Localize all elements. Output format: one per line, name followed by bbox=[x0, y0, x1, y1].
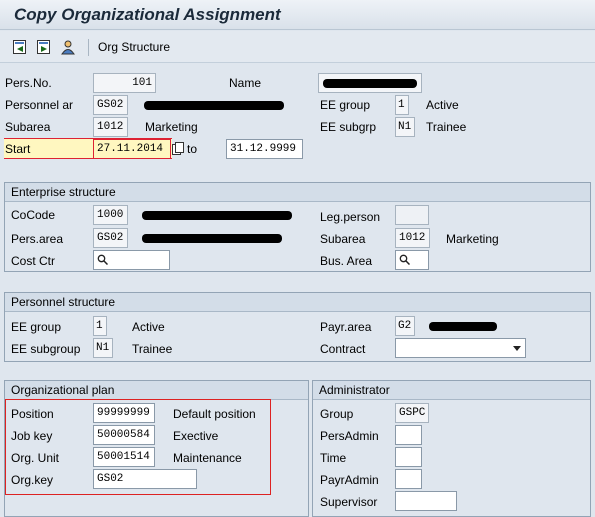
start-label: Start bbox=[5, 142, 31, 156]
personnel-ee-subgroup-field[interactable]: N1 bbox=[93, 338, 113, 358]
personnel-ee-group-label: EE group bbox=[11, 320, 62, 334]
pers-no-label: Pers.No. bbox=[5, 76, 52, 90]
start-date-field[interactable]: 27.11.2014 bbox=[93, 139, 171, 159]
ee-group-text: Active bbox=[426, 98, 459, 112]
time-admin-field[interactable] bbox=[395, 447, 422, 467]
leg-person-field[interactable] bbox=[395, 205, 429, 225]
subarea-text: Marketing bbox=[145, 120, 198, 134]
job-key-label: Job key bbox=[11, 429, 53, 443]
enterprise-subarea-text: Marketing bbox=[446, 232, 499, 246]
admin-group-field[interactable]: GSPC bbox=[395, 403, 429, 423]
position-field[interactable]: 99999999 bbox=[93, 403, 155, 423]
enterprise-subarea-label: Subarea bbox=[320, 232, 366, 246]
job-key-field[interactable]: 50000584 bbox=[93, 425, 155, 445]
personnel-ee-group-field[interactable]: 1 bbox=[93, 316, 107, 336]
ee-group-field[interactable]: 1 bbox=[395, 95, 409, 115]
pers-area-field[interactable]: GS02 bbox=[93, 228, 128, 248]
cocode-field[interactable]: 1000 bbox=[93, 205, 128, 225]
group-header: Administrator bbox=[313, 381, 590, 400]
org-key-label: Org.key bbox=[11, 473, 54, 487]
leg-person-label: Leg.person bbox=[320, 210, 381, 224]
page-title: Copy Organizational Assignment bbox=[14, 5, 281, 24]
cocode-label: CoCode bbox=[11, 208, 56, 222]
ee-subgrp-field[interactable]: N1 bbox=[395, 117, 415, 137]
chevron-down-icon[interactable] bbox=[513, 346, 521, 351]
pers-admin-label: PersAdmin bbox=[320, 429, 379, 443]
pers-area-label: Pers.area bbox=[11, 232, 64, 246]
to-label: to bbox=[187, 142, 198, 156]
org-unit-field[interactable]: 50001514 bbox=[93, 447, 155, 467]
next-record-icon[interactable] bbox=[36, 39, 52, 55]
administrator-title: Administrator bbox=[319, 383, 390, 397]
org-unit-label: Org. Unit bbox=[11, 451, 60, 465]
group-header: Enterprise structure bbox=[5, 183, 590, 202]
redacted-pers-area-text bbox=[142, 234, 282, 243]
personnel-structure-title: Personnel structure bbox=[11, 295, 116, 309]
search-icon[interactable] bbox=[97, 254, 108, 265]
group-header: Organizational plan bbox=[5, 381, 308, 400]
title-bar: Copy Organizational Assignment bbox=[0, 0, 595, 30]
personnel-ee-subgroup-label: EE subgroup bbox=[11, 342, 81, 356]
redacted-name bbox=[323, 79, 417, 88]
person-icon[interactable] bbox=[60, 39, 76, 55]
cost-ctr-label: Cost Ctr bbox=[11, 254, 56, 268]
enterprise-structure-title: Enterprise structure bbox=[11, 185, 116, 199]
previous-record-icon[interactable] bbox=[12, 39, 28, 55]
position-label: Position bbox=[11, 407, 54, 421]
redacted-company-name bbox=[142, 211, 292, 220]
org-unit-text: Maintenance bbox=[173, 451, 242, 465]
contract-label: Contract bbox=[320, 342, 366, 356]
supervisor-label: Supervisor bbox=[320, 495, 378, 509]
name-field[interactable] bbox=[318, 73, 422, 93]
bus-area-field[interactable] bbox=[395, 250, 429, 270]
application-toolbar: Org Structure bbox=[0, 31, 595, 63]
org-structure-button[interactable]: Org Structure bbox=[98, 40, 170, 54]
group-header: Personnel structure bbox=[5, 293, 590, 312]
payr-admin-field[interactable] bbox=[395, 469, 422, 489]
organizational-plan-title: Organizational plan bbox=[11, 383, 115, 397]
toolbar-separator bbox=[88, 39, 89, 56]
time-admin-label: Time bbox=[320, 451, 347, 465]
personnel-area-field[interactable]: GS02 bbox=[93, 95, 128, 115]
end-date-field[interactable]: 31.12.9999 bbox=[226, 139, 303, 159]
payr-area-field[interactable]: G2 bbox=[395, 316, 415, 336]
contract-dropdown[interactable] bbox=[395, 338, 526, 358]
bus-area-label: Bus. Area bbox=[320, 254, 373, 268]
subarea-field[interactable]: 1012 bbox=[93, 117, 128, 137]
payr-area-label: Payr.area bbox=[320, 320, 372, 334]
personnel-area-label: Personnel ar bbox=[5, 98, 74, 112]
admin-group-label: Group bbox=[320, 407, 354, 421]
name-label: Name bbox=[229, 76, 262, 90]
enterprise-subarea-field[interactable]: 1012 bbox=[395, 228, 430, 248]
personnel-ee-group-text: Active bbox=[132, 320, 165, 334]
personnel-ee-subgroup-text: Trainee bbox=[132, 342, 173, 356]
ee-subgrp-label: EE subgrp bbox=[320, 120, 377, 134]
job-key-text: Exective bbox=[173, 429, 219, 443]
redacted-personnel-area-text bbox=[144, 101, 284, 110]
position-text: Default position bbox=[173, 407, 256, 421]
subarea-label: Subarea bbox=[5, 120, 51, 134]
org-key-field[interactable]: GS02 bbox=[93, 469, 197, 489]
supervisor-field[interactable] bbox=[395, 491, 457, 511]
payr-admin-label: PayrAdmin bbox=[320, 473, 379, 487]
calendar-icon[interactable] bbox=[172, 142, 184, 155]
search-icon[interactable] bbox=[399, 254, 410, 265]
ee-subgrp-text: Trainee bbox=[426, 120, 467, 134]
ee-group-label: EE group bbox=[320, 98, 371, 112]
cost-ctr-field[interactable] bbox=[93, 250, 170, 270]
pers-admin-field[interactable] bbox=[395, 425, 422, 445]
redacted-payr-area-text bbox=[429, 322, 497, 331]
pers-no-field[interactable]: 101 bbox=[93, 73, 156, 93]
